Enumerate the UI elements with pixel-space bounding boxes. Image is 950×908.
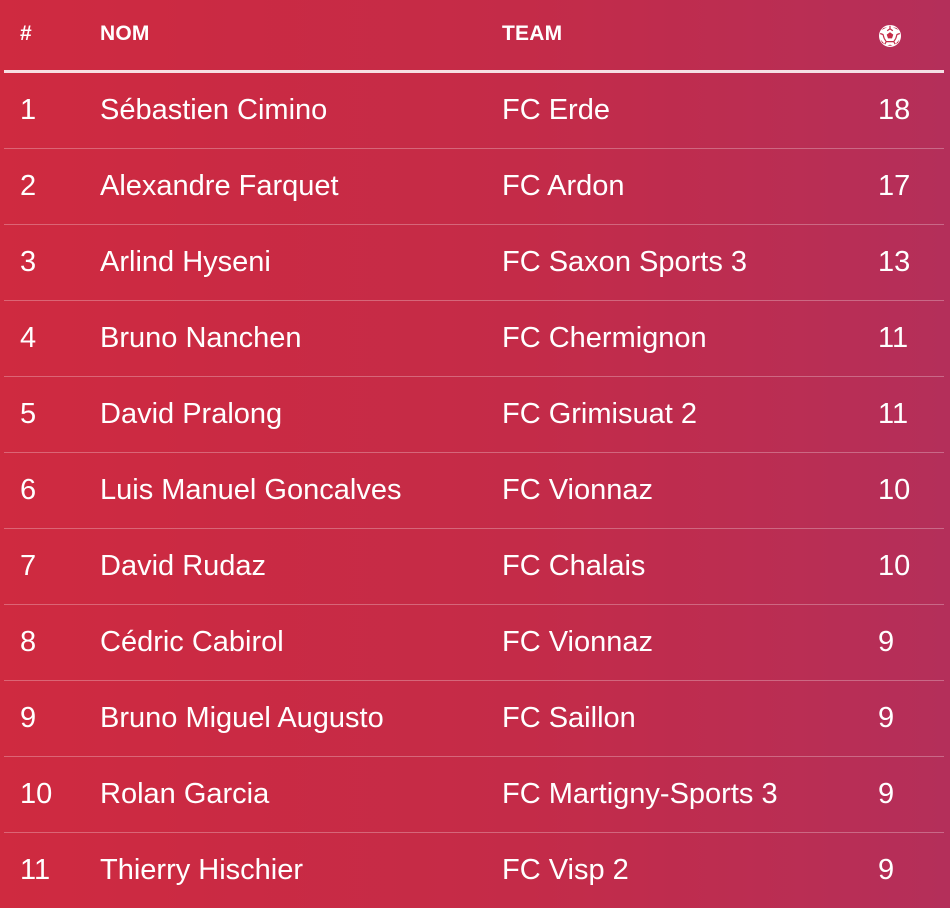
- table-row: 4 Bruno Nanchen FC Chermignon 11: [4, 301, 944, 377]
- rank-cell: 8: [20, 626, 37, 658]
- player-name-cell[interactable]: Bruno Miguel Augusto: [100, 701, 384, 735]
- rank-cell: 10: [20, 778, 53, 810]
- player-name-cell[interactable]: David Pralong: [100, 397, 282, 431]
- table-row: 5 David Pralong FC Grimisuat 2 11: [4, 377, 944, 453]
- player-name-cell[interactable]: Arlind Hyseni: [100, 245, 271, 279]
- rank-cell: 7: [20, 550, 37, 582]
- player-name-cell[interactable]: Rolan Garcia: [100, 777, 269, 811]
- team-column-header: TEAM: [502, 22, 563, 45]
- team-name-cell[interactable]: FC Saillon: [502, 701, 636, 735]
- goals-cell: 9: [878, 778, 895, 810]
- player-name-cell[interactable]: David Rudaz: [100, 549, 266, 583]
- table-row: 1 Sébastien Cimino FC Erde 18: [4, 73, 944, 149]
- table-row: 7 David Rudaz FC Chalais 10: [4, 529, 944, 605]
- goals-cell: 11: [878, 322, 909, 354]
- team-name-cell[interactable]: FC Vionnaz: [502, 473, 653, 507]
- team-name-cell[interactable]: FC Martigny-Sports 3: [502, 777, 778, 811]
- player-name-cell[interactable]: Bruno Nanchen: [100, 321, 302, 355]
- goals-cell: 9: [878, 702, 895, 734]
- table-row: 11 Thierry Hischier FC Visp 2 9: [4, 833, 944, 908]
- table-row: 10 Rolan Garcia FC Martigny-Sports 3 9: [4, 757, 944, 833]
- goals-cell: 13: [878, 246, 911, 278]
- table-row: 2 Alexandre Farquet FC Ardon 17: [4, 149, 944, 225]
- team-name-cell[interactable]: FC Saxon Sports 3: [502, 245, 747, 279]
- rank-cell: 2: [20, 170, 37, 202]
- table-row: 9 Bruno Miguel Augusto FC Saillon 9: [4, 681, 944, 757]
- goals-cell: 9: [878, 626, 895, 658]
- player-name-cell[interactable]: Cédric Cabirol: [100, 625, 284, 659]
- team-name-cell[interactable]: FC Grimisuat 2: [502, 397, 697, 431]
- rank-cell: 6: [20, 474, 37, 506]
- player-name-cell[interactable]: Sébastien Cimino: [100, 93, 327, 127]
- team-name-cell[interactable]: FC Chalais: [502, 549, 645, 583]
- rank-column-header: #: [20, 22, 32, 45]
- table-row: 8 Cédric Cabirol FC Vionnaz 9: [4, 605, 944, 681]
- rank-cell: 5: [20, 398, 37, 430]
- soccer-ball-icon: [879, 25, 901, 47]
- rank-cell: 9: [20, 702, 37, 734]
- table-body: 1 Sébastien Cimino FC Erde 18 2 Alexandre Far…: [4, 73, 944, 908]
- player-name-cell[interactable]: Thierry Hischier: [100, 853, 303, 887]
- table-header: # NOM TEAM: [4, 0, 944, 73]
- goals-cell: 10: [878, 550, 911, 582]
- name-column-header: NOM: [100, 22, 150, 45]
- table-row: 3 Arlind Hyseni FC Saxon Sports 3 13: [4, 225, 944, 301]
- team-name-cell[interactable]: FC Erde: [502, 93, 610, 127]
- rank-cell: 1: [20, 94, 37, 126]
- rank-cell: 3: [20, 246, 37, 278]
- team-name-cell[interactable]: FC Ardon: [502, 169, 625, 203]
- goals-cell: 10: [878, 474, 911, 506]
- goals-cell: 11: [878, 398, 909, 430]
- player-name-cell[interactable]: Luis Manuel Goncalves: [100, 473, 401, 507]
- scorers-table: # NOM TEAM 1 Sébastien Cimino FC Erde 18 2 Al…: [0, 0, 950, 904]
- table-row: 6 Luis Manuel Goncalves FC Vionnaz 10: [4, 453, 944, 529]
- team-name-cell[interactable]: FC Chermignon: [502, 321, 707, 355]
- rank-cell: 4: [20, 322, 37, 354]
- rank-cell: 11: [20, 854, 51, 886]
- team-name-cell[interactable]: FC Visp 2: [502, 853, 629, 887]
- goals-cell: 9: [878, 854, 895, 886]
- goals-cell: 17: [878, 170, 911, 202]
- player-name-cell[interactable]: Alexandre Farquet: [100, 169, 339, 203]
- goals-cell: 18: [878, 94, 911, 126]
- team-name-cell[interactable]: FC Vionnaz: [502, 625, 653, 659]
